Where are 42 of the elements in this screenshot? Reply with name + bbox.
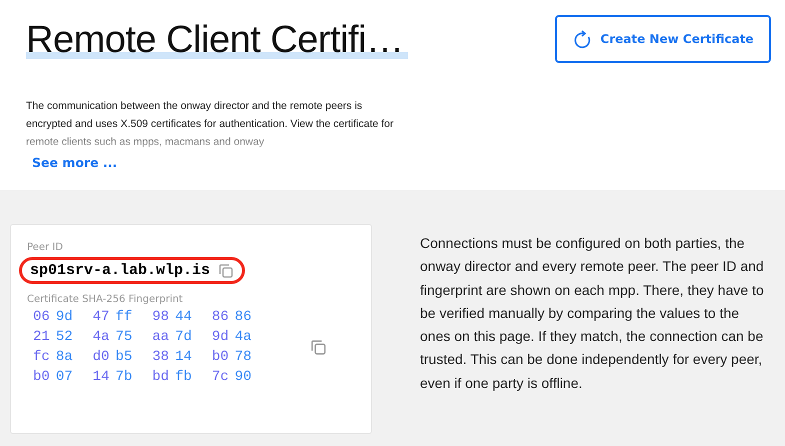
- field-label: Peer ID: [27, 242, 64, 253]
- fingerprint-byte: 86: [210, 309, 230, 325]
- fingerprint-byte: 7d: [175, 329, 193, 345]
- fingerprint-byte: 9d: [210, 329, 230, 345]
- fingerprint-byte: 98: [151, 309, 170, 325]
- fingerprint-byte: b5: [115, 349, 134, 365]
- fingerprint-byte: 47: [92, 309, 110, 325]
- fingerprint-byte: 78: [234, 349, 252, 365]
- fingerprint-byte: 52: [56, 329, 74, 345]
- fingerprint-byte: 7b: [115, 369, 134, 385]
- fingerprint-byte: 4a: [92, 329, 110, 345]
- info-text: Connections must be configured on both parties, the onway director and every remote peer. The peer ID and fingerprint are shown on each mpp. There, they have to be verified manually by comparing the values to the ones on this page. If they match, the connection can be trusted. This can be done independently for every peer, even if one party is offline.: [420, 234, 765, 393]
- fingerprint-byte: 90: [234, 369, 252, 385]
- fingerprint-byte: 75: [115, 329, 134, 345]
- fingerprint-byte: aa: [151, 329, 170, 345]
- fingerprint-byte: b0: [210, 349, 230, 365]
- fingerprint-byte: 14: [92, 369, 110, 385]
- fingerprint-byte: 4a: [234, 329, 252, 345]
- fingerprint-byte: bd: [151, 369, 170, 385]
- peer-id-value: sp01srv-a.lab.wlp.is: [30, 262, 210, 279]
- fingerprint-byte: b0: [32, 369, 51, 385]
- fingerprint-byte: 44: [175, 309, 193, 325]
- copy-icon[interactable]: [310, 338, 326, 356]
- fingerprint-byte: fb: [175, 369, 193, 385]
- fingerprint-byte: 38: [151, 349, 170, 365]
- description-text: The communication between the onway director and the remote peers is encrypted and uses X.509 certificates for authentication. View the certificate for remote clients such as mpps, macmans and onway: [26, 99, 395, 150]
- fingerprint-byte: d0: [92, 349, 110, 365]
- refresh-icon: [572, 29, 592, 49]
- fingerprint-byte: fc: [32, 349, 51, 365]
- fingerprint-byte: 86: [234, 309, 252, 325]
- fingerprint-byte: 7c: [210, 369, 230, 385]
- fingerprint-byte: 07: [56, 369, 74, 385]
- see-more-link[interactable]: See more ...: [32, 155, 118, 170]
- fingerprint-byte: 14: [175, 349, 193, 365]
- create-certificate-button[interactable]: Create New Certificate: [555, 15, 771, 63]
- fingerprint-byte: 06: [32, 309, 51, 325]
- field-label: Certificate SHA-256 Fingerprint: [27, 294, 184, 305]
- fingerprint-byte: 9d: [56, 309, 74, 325]
- fingerprint-byte: 21: [32, 329, 51, 345]
- fingerprint-byte: ff: [115, 309, 134, 325]
- fingerprint-byte: 8a: [56, 349, 74, 365]
- copy-icon[interactable]: [218, 262, 234, 278]
